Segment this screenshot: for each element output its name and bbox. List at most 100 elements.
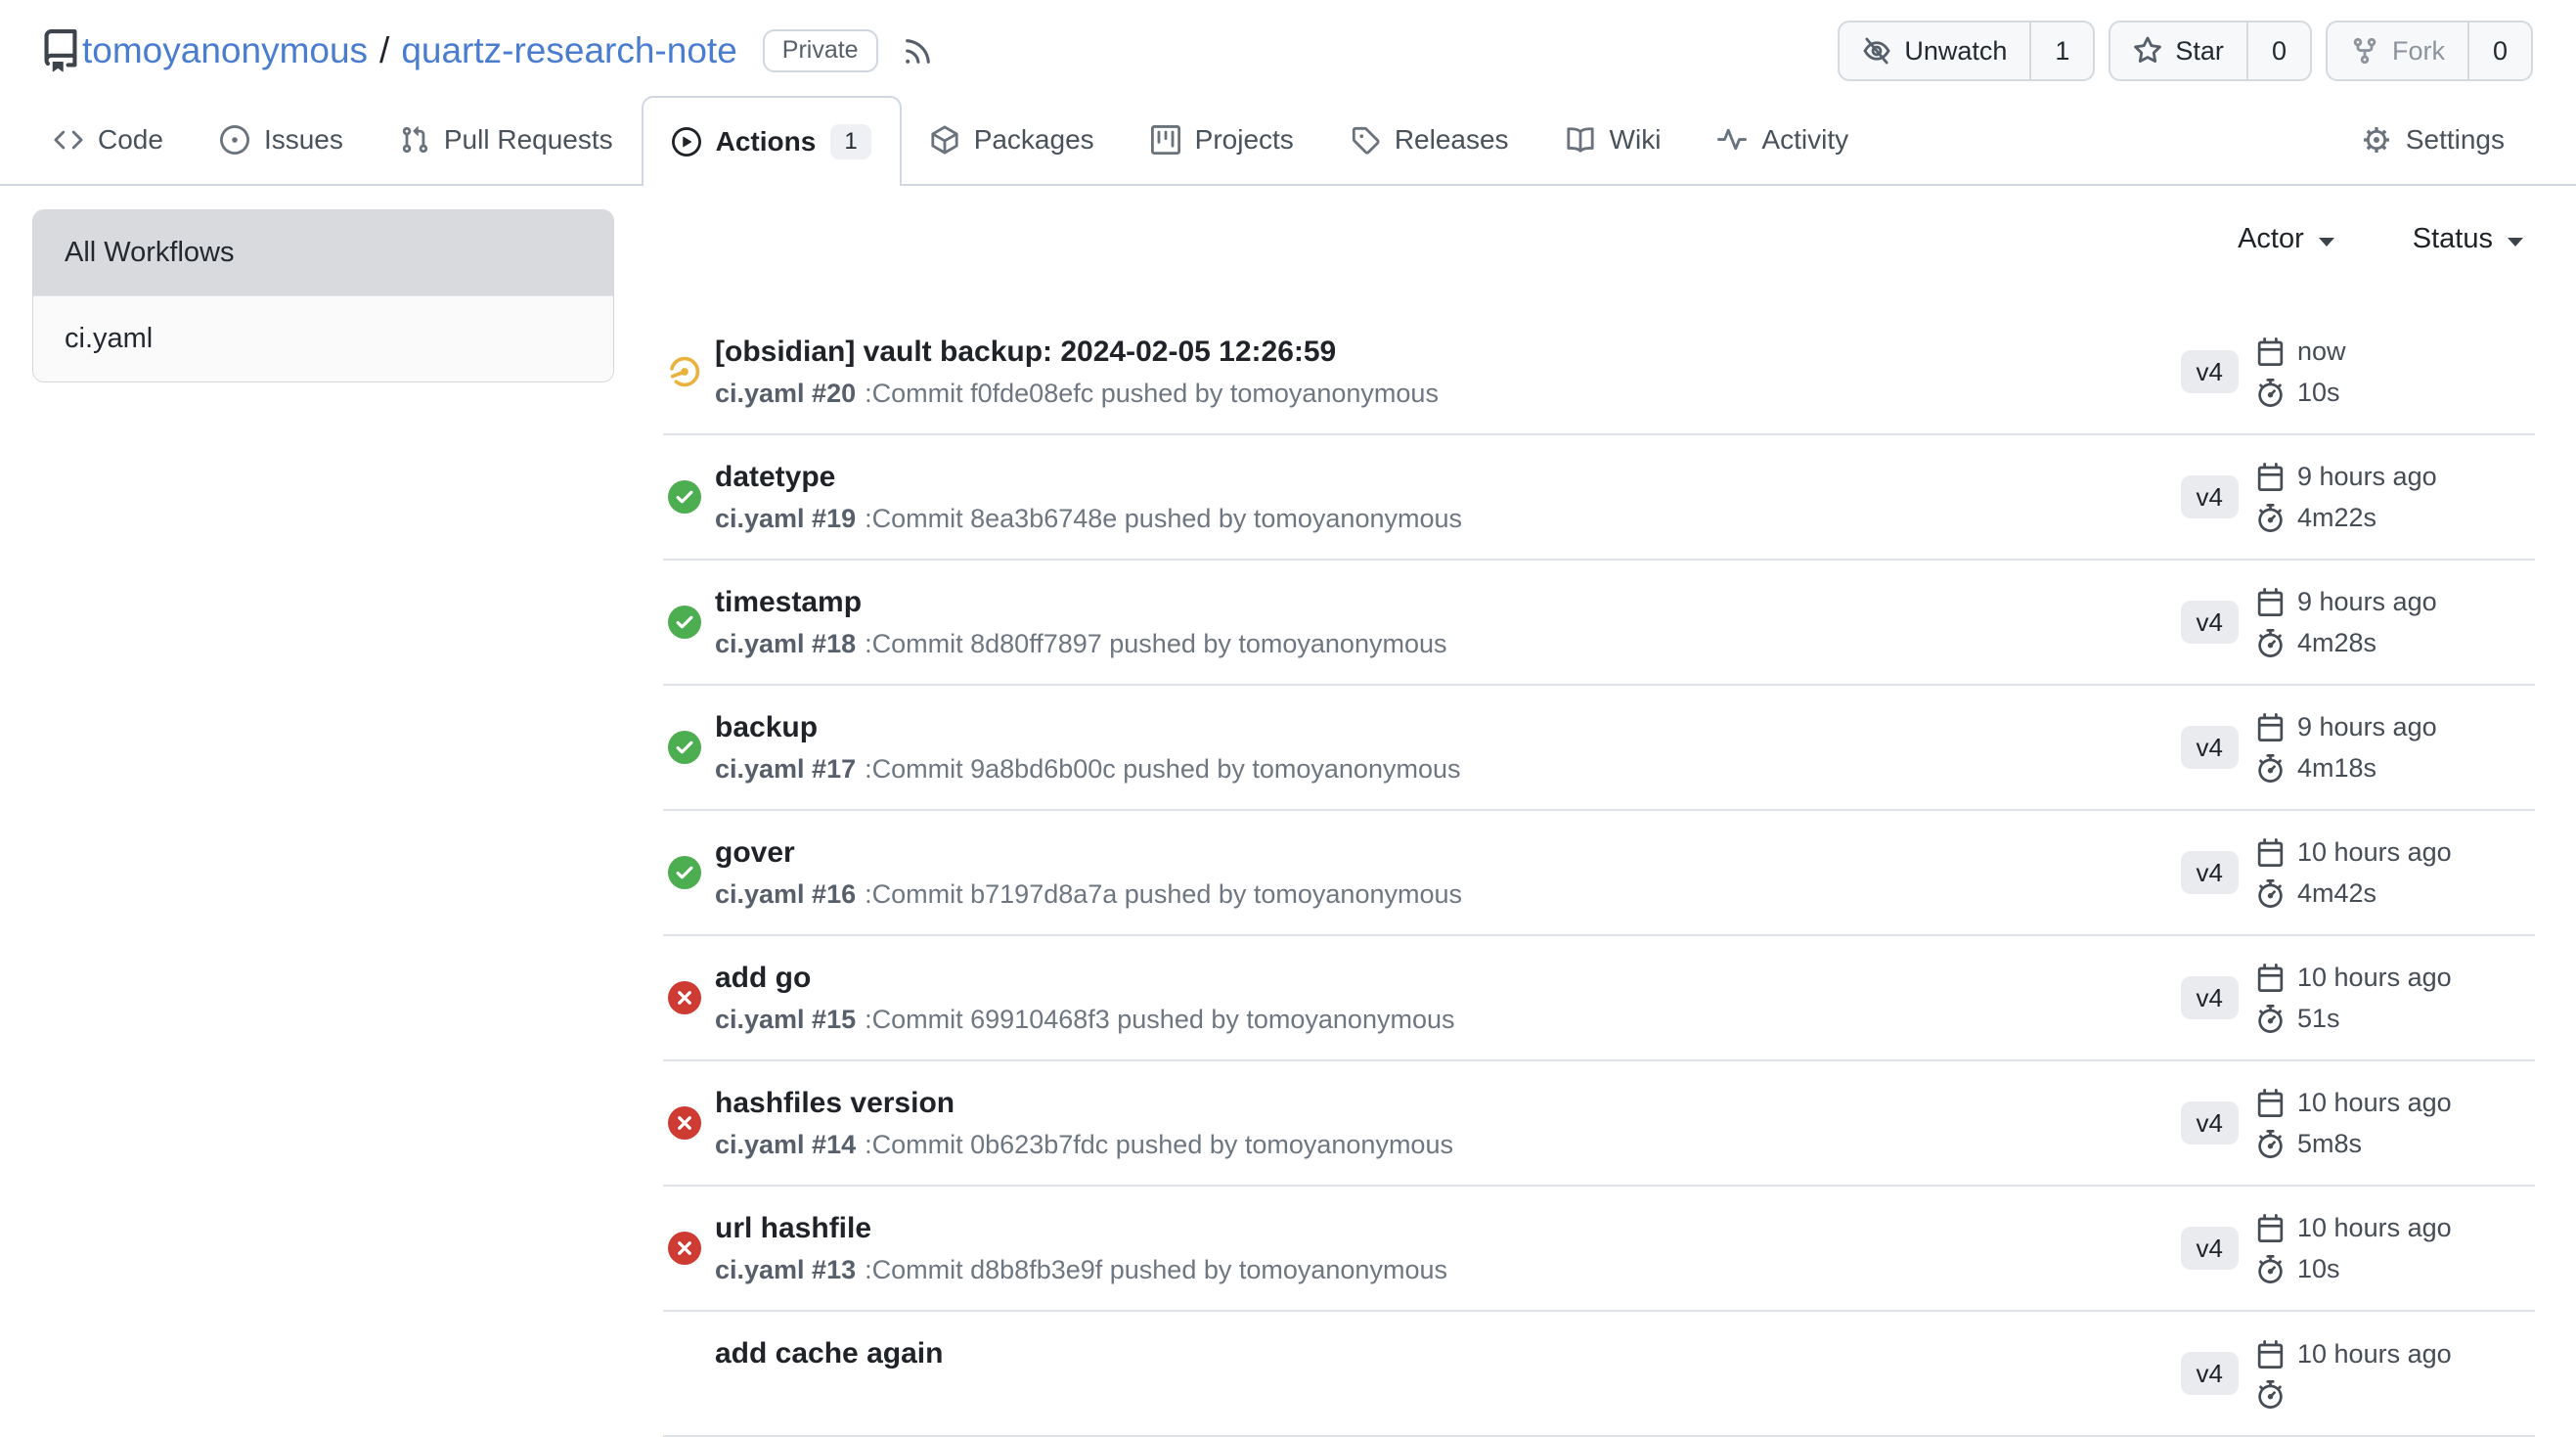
actor-filter-label: Actor <box>2238 223 2304 255</box>
feed-icon[interactable] <box>902 35 934 67</box>
run-status <box>668 1357 701 1390</box>
repo-tab-bar: Code Issues Pull Requests Actions 1 Pack… <box>0 96 2576 186</box>
run-meta: now 10s <box>2256 337 2535 408</box>
run-status <box>668 1106 701 1140</box>
tab-pull-requests[interactable]: Pull Requests <box>372 96 642 184</box>
run-duration-label: 5m8s <box>2297 1129 2362 1159</box>
forks-count[interactable]: 0 <box>2467 22 2531 79</box>
releases-icon <box>1351 125 1380 155</box>
repo-owner-link[interactable]: tomoyanonymous <box>82 30 368 70</box>
run-time-label: 10 hours ago <box>2297 1339 2452 1370</box>
calendar-icon <box>2256 1214 2285 1242</box>
run-text: hashfiles version ci.yaml #14:Commit 0b6… <box>715 1086 2181 1160</box>
run-duration: 51s <box>2256 1004 2535 1034</box>
tab-actions[interactable]: Actions 1 <box>642 96 902 186</box>
run-status <box>668 606 701 639</box>
workflow-run-row[interactable]: timestamp ci.yaml #18:Commit 8d80ff7897 … <box>663 561 2535 686</box>
tab-issues[interactable]: Issues <box>192 96 372 184</box>
workflow-run-row[interactable]: hashfiles version ci.yaml #14:Commit 0b6… <box>663 1061 2535 1187</box>
tab-activity[interactable]: Activity <box>1689 96 1877 184</box>
run-time: 10 hours ago <box>2256 963 2535 993</box>
sidebar-item-all-workflows[interactable]: All Workflows <box>33 210 613 295</box>
stars-count[interactable]: 0 <box>2246 22 2310 79</box>
run-workflow-number: ci.yaml #15 <box>715 1005 856 1034</box>
run-duration <box>2256 1380 2535 1409</box>
fork-button-group: Fork 0 <box>2326 21 2533 81</box>
run-title-link[interactable]: add go <box>715 961 2181 996</box>
sidebar-item-ci-yaml[interactable]: ci.yaml <box>33 295 613 382</box>
run-title-link[interactable]: url hashfile <box>715 1211 2181 1246</box>
run-title-link[interactable]: backup <box>715 710 2181 745</box>
runner-version-badge: v4 <box>2181 1227 2239 1270</box>
run-meta: 10 hours ago 4m42s <box>2256 837 2535 909</box>
run-status <box>668 480 701 514</box>
workflow-run-row[interactable]: gover ci.yaml #16:Commit b7197d8a7a push… <box>663 811 2535 936</box>
tab-wiki[interactable]: Wiki <box>1537 96 1690 184</box>
run-workflow-number: ci.yaml #13 <box>715 1255 856 1284</box>
star-button[interactable]: Star <box>2110 22 2246 79</box>
run-duration: 4m28s <box>2256 628 2535 658</box>
unwatch-button[interactable]: Unwatch <box>1840 22 2029 79</box>
run-commit-description: :Commit f0fde08efc pushed by tomoyanonym… <box>865 379 1439 408</box>
stopwatch-icon <box>2256 1130 2285 1158</box>
run-time-label: 10 hours ago <box>2297 837 2452 868</box>
activity-icon <box>1717 125 1747 155</box>
status-filter-label: Status <box>2413 223 2493 255</box>
run-title-link[interactable]: [obsidian] vault backup: 2024-02-05 12:2… <box>715 335 2181 370</box>
run-status <box>668 1232 701 1265</box>
run-duration-label: 4m22s <box>2297 503 2376 533</box>
tab-label: Code <box>98 124 163 156</box>
repo-name-link[interactable]: quartz-research-note <box>401 30 736 70</box>
run-duration: 4m18s <box>2256 753 2535 784</box>
tab-packages[interactable]: Packages <box>902 96 1123 184</box>
visibility-badge: Private <box>763 29 878 72</box>
run-duration-label: 4m18s <box>2297 753 2376 784</box>
stopwatch-icon <box>2256 504 2285 532</box>
calendar-icon <box>2256 463 2285 491</box>
calendar-icon <box>2256 838 2285 867</box>
chevron-down-icon <box>2319 238 2334 247</box>
star-label: Star <box>2175 36 2224 67</box>
run-title-link[interactable]: datetype <box>715 460 2181 495</box>
code-icon <box>54 125 83 155</box>
runner-version-badge: v4 <box>2181 1352 2239 1395</box>
run-title-link[interactable]: add cache again <box>715 1336 2181 1371</box>
run-title-link[interactable]: gover <box>715 835 2181 871</box>
tab-label: Actions <box>716 126 817 157</box>
workflow-run-row[interactable]: datetype ci.yaml #19:Commit 8ea3b6748e p… <box>663 435 2535 561</box>
pull-request-icon <box>400 125 429 155</box>
run-meta: 10 hours ago 10s <box>2256 1213 2535 1284</box>
workflow-run-row[interactable]: url hashfile ci.yaml #13 :Commit d8b8fb3e… <box>663 1187 2535 1312</box>
status-filter-dropdown[interactable]: Status <box>2413 223 2523 255</box>
eye-closed-icon <box>1862 36 1891 66</box>
run-title-link[interactable]: timestamp <box>715 585 2181 620</box>
workflow-run-row[interactable]: backup ci.yaml #17:Commit 9a8bd6b00c pus… <box>663 686 2535 811</box>
tab-settings[interactable]: Settings <box>2333 96 2533 184</box>
calendar-icon <box>2256 713 2285 741</box>
workflow-run-row[interactable]: [obsidian] vault backup: 2024-02-05 12:2… <box>663 310 2535 435</box>
star-button-group: Star 0 <box>2109 21 2312 81</box>
actor-filter-dropdown[interactable]: Actor <box>2238 223 2334 255</box>
run-list: [obsidian] vault backup: 2024-02-05 12:2… <box>663 310 2535 1437</box>
tab-code[interactable]: Code <box>25 96 192 184</box>
stopwatch-icon <box>2256 379 2285 407</box>
run-commit-description: :Commit d8b8fb3e9f pushed by tomoyanonym… <box>865 1255 1447 1284</box>
status-failure-icon <box>668 1232 701 1265</box>
tab-projects[interactable]: Projects <box>1123 96 1322 184</box>
run-commit-description: :Commit b7197d8a7a pushed by tomoyanonym… <box>865 879 1462 909</box>
run-title-link[interactable]: hashfiles version <box>715 1086 2181 1121</box>
repo-breadcrumb: tomoyanonymous/quartz-research-note <box>82 30 737 71</box>
tab-releases[interactable]: Releases <box>1322 96 1537 184</box>
workflow-run-row[interactable]: add cache again v4 10 hours ago <box>663 1312 2535 1437</box>
status-success-icon <box>668 856 701 889</box>
workflow-run-row[interactable]: add go ci.yaml #15:Commit 69910468f3 pus… <box>663 936 2535 1061</box>
run-text: [obsidian] vault backup: 2024-02-05 12:2… <box>715 335 2181 409</box>
watchers-count[interactable]: 1 <box>2029 22 2093 79</box>
fork-button[interactable]: Fork <box>2328 22 2467 79</box>
run-subtitle: ci.yaml #19:Commit 8ea3b6748e pushed by … <box>715 504 2181 534</box>
run-time-label: 9 hours ago <box>2297 712 2437 742</box>
run-subtitle: ci.yaml #17:Commit 9a8bd6b00c pushed by … <box>715 754 2181 785</box>
run-time-label: now <box>2297 337 2346 367</box>
calendar-icon <box>2256 1089 2285 1117</box>
run-status <box>668 856 701 889</box>
